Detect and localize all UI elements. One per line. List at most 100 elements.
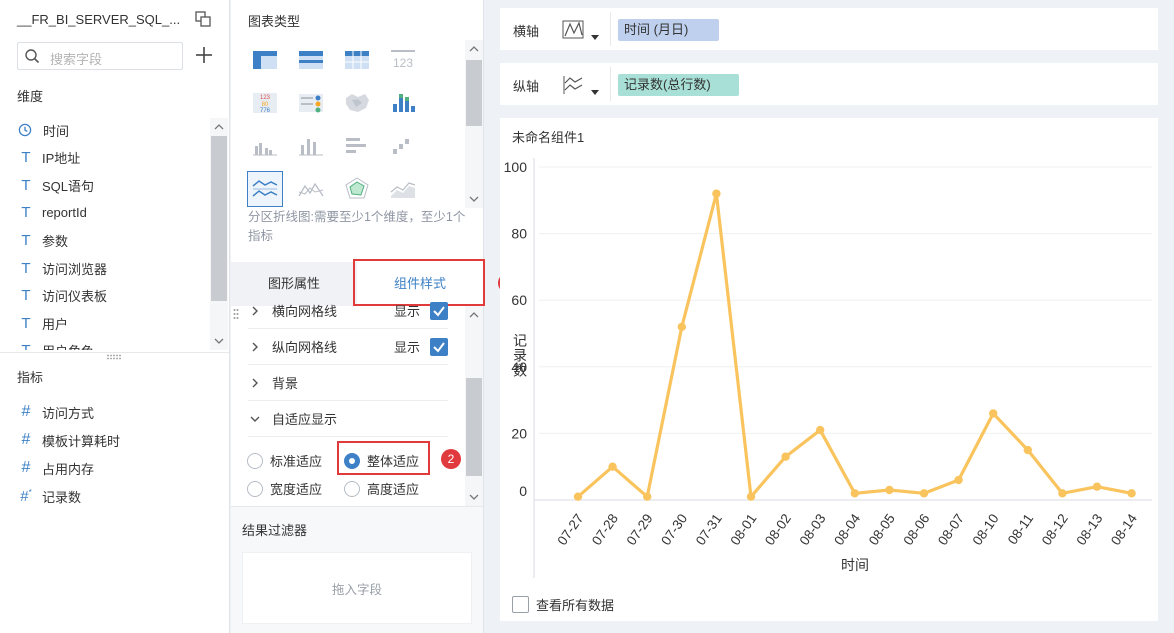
- chart-type-partition-line[interactable]: [247, 171, 283, 207]
- text-field-icon: T: [21, 314, 31, 332]
- style-scrollbar[interactable]: [465, 306, 483, 506]
- measure-field[interactable]: #* 记录数: [17, 485, 81, 507]
- measure-field[interactable]: # 占用内存: [17, 457, 94, 479]
- fit-option[interactable]: 高度适应: [344, 479, 419, 498]
- data-point: [850, 489, 859, 498]
- fit-option-label: 宽度适应: [270, 482, 323, 497]
- chevron-right-icon[interactable]: [248, 304, 262, 318]
- scroll-down-icon[interactable]: [467, 192, 481, 206]
- scroll-up-icon[interactable]: [467, 42, 481, 56]
- dimension-field[interactable]: T 用户: [17, 312, 68, 334]
- radio-button[interactable]: [247, 480, 263, 497]
- y-axis-title: 记录数: [512, 333, 528, 378]
- field-label: 模板计算耗时: [42, 433, 121, 449]
- scrollbar-thumb[interactable]: [211, 136, 227, 301]
- chart-type-table[interactable]: [247, 42, 283, 78]
- see-all-data-checkbox[interactable]: 查看所有数据: [512, 595, 614, 614]
- result-filter-title: 结果过滤器: [242, 523, 308, 538]
- chevron-down-icon[interactable]: [248, 412, 262, 426]
- fit-option[interactable]: 标准适应: [247, 451, 322, 470]
- dimension-field[interactable]: T IP地址: [17, 147, 80, 169]
- measure-field[interactable]: # 访问方式: [17, 401, 94, 423]
- dimension-field[interactable]: T 参数: [17, 229, 68, 251]
- style-property-row[interactable]: 背景: [248, 365, 448, 401]
- checkbox-checked-icon[interactable]: [430, 337, 448, 356]
- highlight-box-overall-fit: [337, 441, 430, 475]
- axis-sort-icon[interactable]: [562, 19, 602, 41]
- scrollbar-thumb[interactable]: [466, 378, 482, 476]
- chart-type-stacked-column[interactable]: [385, 85, 421, 121]
- chart-type-column[interactable]: [293, 128, 329, 164]
- data-point: [1058, 489, 1067, 498]
- scroll-up-icon[interactable]: [212, 120, 226, 134]
- chart-type-grouped-bar[interactable]: [247, 128, 283, 164]
- y-tick-label: 20: [511, 425, 527, 441]
- chart-component[interactable]: 0 20 40 60 80 100 记录数 07-27 07-28 07-29 07-30 07-31…: [500, 118, 1158, 621]
- axis-sort-icon[interactable]: [562, 74, 602, 96]
- y-axis-field-pill[interactable]: 记录数(总行数): [618, 74, 739, 96]
- style-property-row[interactable]: 横向网格线 显示: [248, 293, 448, 329]
- measure-field[interactable]: # 模板计算耗时: [17, 429, 120, 451]
- checkbox-box[interactable]: [512, 596, 529, 613]
- dimension-field[interactable]: 时间: [17, 119, 69, 141]
- scroll-up-icon[interactable]: [467, 308, 481, 322]
- field-label: 用户角色: [42, 341, 94, 350]
- chart-type-map[interactable]: [339, 85, 375, 121]
- checkbox-checked-icon[interactable]: [430, 301, 448, 320]
- dimension-field[interactable]: T SQL语句: [17, 174, 94, 196]
- annotation-badge-2: 2: [441, 449, 461, 469]
- map-icon: [346, 94, 369, 112]
- component-title[interactable]: 未命名组件1: [512, 127, 584, 146]
- x-tick-label: 08-04: [831, 511, 863, 548]
- count-field-icon: #*: [20, 487, 32, 505]
- chart-type-group-table[interactable]: [293, 42, 329, 78]
- radio-button[interactable]: [344, 480, 360, 497]
- filter-drop-zone[interactable]: 拖入字段: [242, 552, 472, 624]
- data-point: [816, 425, 825, 435]
- dimension-scrollbar[interactable]: [210, 118, 228, 350]
- dot-table-icon: [299, 94, 323, 113]
- chart-type-cross-table[interactable]: [339, 42, 375, 78]
- chart-type-kpi-number[interactable]: 123: [385, 42, 421, 78]
- chevron-right-icon[interactable]: [248, 376, 262, 390]
- chart-type-radar[interactable]: [339, 171, 375, 207]
- resize-handle-icon[interactable]: [107, 354, 121, 360]
- chart-type-line[interactable]: [293, 171, 329, 207]
- data-point: [712, 189, 721, 198]
- partition-line-icon: [252, 180, 278, 197]
- x-axis-field-pill[interactable]: 时间 (月日): [618, 19, 719, 41]
- dimension-field[interactable]: T 访问浏览器: [17, 257, 107, 279]
- chart-type-area-line[interactable]: [385, 171, 421, 207]
- chart-type-scrollbar[interactable]: [465, 40, 483, 208]
- chart-type-bar-horizontal[interactable]: [339, 128, 375, 164]
- scroll-down-icon[interactable]: [467, 490, 481, 504]
- style-property-row[interactable]: 自适应显示: [248, 401, 448, 437]
- field-panel: __FR_BI_SERVER_SQL_... 搜索字段 维度 时间 T IP地址 T S…: [0, 0, 230, 633]
- chart-type-dot-table[interactable]: [293, 85, 329, 121]
- drag-handle-icon[interactable]: [233, 308, 239, 322]
- fit-option-label: 标准适应: [270, 454, 323, 469]
- number-field-icon: #: [21, 403, 31, 420]
- radio-button[interactable]: [247, 452, 263, 469]
- style-property-row[interactable]: 纵向网格线 显示: [248, 329, 448, 365]
- scroll-down-icon[interactable]: [212, 334, 226, 348]
- fit-option[interactable]: 宽度适应: [247, 479, 322, 498]
- dimension-field[interactable]: T 用户角色: [17, 340, 94, 350]
- data-point: [573, 492, 583, 501]
- text-field-icon: T: [21, 231, 31, 249]
- line-icon: [298, 182, 324, 197]
- text-field-icon: T: [21, 176, 31, 194]
- field-label: 访问浏览器: [42, 261, 108, 277]
- dimension-field[interactable]: TreportId: [17, 202, 86, 224]
- data-point: [1023, 445, 1032, 455]
- text-field-icon: T: [17, 342, 35, 350]
- x-tick-label: 08-10: [970, 511, 1002, 548]
- drop-zone-placeholder: 拖入字段: [331, 582, 382, 597]
- chart-type-waterfall[interactable]: [385, 128, 421, 164]
- dimension-field[interactable]: T 访问仪表板: [17, 285, 107, 307]
- scrollbar-thumb[interactable]: [466, 60, 482, 126]
- chart-type-color-table[interactable]: 123 80 776: [247, 85, 283, 121]
- y-axis-label: 纵轴: [513, 79, 540, 94]
- chevron-right-icon[interactable]: [248, 340, 262, 354]
- x-axis-bar: 横轴 时间 (月日): [500, 8, 1158, 50]
